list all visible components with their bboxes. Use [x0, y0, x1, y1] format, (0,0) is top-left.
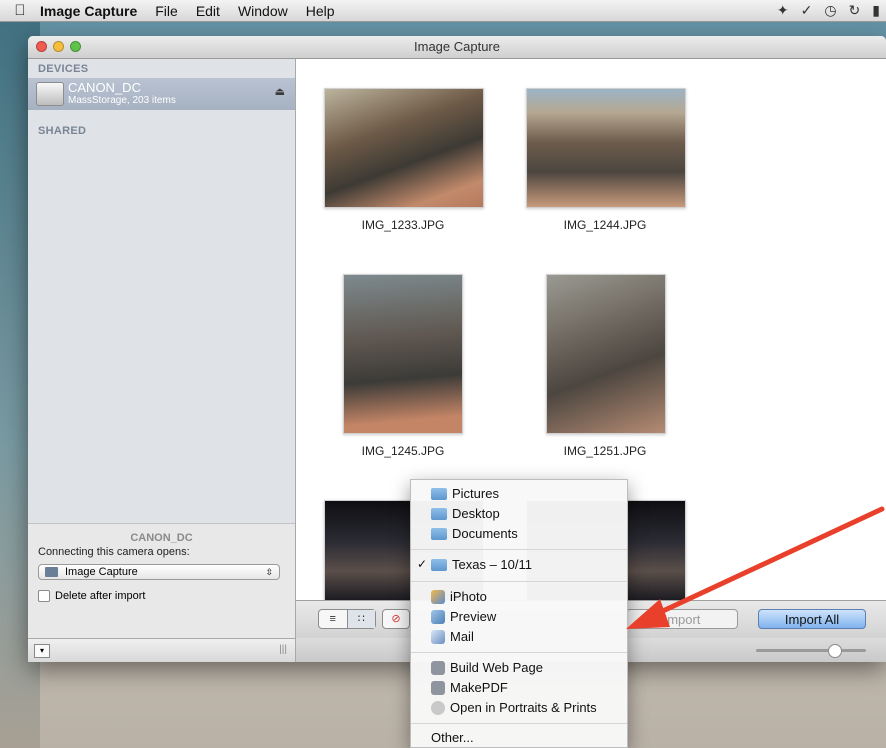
selected-device-label: CANON_DC [130, 532, 193, 544]
disk-icon [36, 82, 64, 106]
menu-item-label: Texas – 10/11 [452, 557, 532, 572]
photo-caption: IMG_1251.JPG [563, 444, 647, 458]
menu-bar:  Image Capture File Edit Window Help ✦ … [0, 0, 886, 22]
photo-caption: IMG_1244.JPG [563, 218, 647, 232]
menu-item-label: Pictures [452, 486, 499, 501]
refresh-icon[interactable]: ↻ [849, 2, 861, 19]
menu-separator [411, 549, 627, 550]
opens-app-select[interactable]: Image Capture ⇳ [38, 564, 280, 580]
menu-item-label: Desktop [452, 506, 500, 521]
sidebar-item-canon-dc[interactable]: CANON_DC MassStorage, 203 items ⏏ [28, 78, 295, 110]
display-icon[interactable]: ▮ [872, 2, 880, 19]
folder-icon [431, 508, 447, 520]
menu-item-build-web-page[interactable]: Build Web Page [431, 659, 543, 677]
opens-app-value: Image Capture [65, 566, 138, 578]
menu-item-label: Other... [431, 730, 474, 745]
sync-icon[interactable]: ✓ [801, 2, 813, 19]
preview-icon [431, 610, 445, 624]
folder-icon [431, 488, 447, 500]
delete-after-import-checkbox[interactable]: Delete after import [38, 590, 145, 602]
updown-arrows-icon: ⇳ [265, 567, 273, 577]
time-machine-icon[interactable]: ◷ [824, 2, 836, 19]
window-title: Image Capture [414, 39, 500, 54]
device-subtitle: MassStorage, 203 items [68, 95, 176, 106]
slider-knob[interactable] [828, 644, 842, 658]
photo-thumbnail[interactable] [343, 274, 463, 434]
device-settings-panel: CANON_DC Connecting this camera opens: I… [28, 523, 295, 639]
photo-thumbnail[interactable] [324, 88, 484, 208]
menu-item-label: Open in Portraits & Prints [450, 700, 597, 715]
menu-separator [411, 652, 627, 653]
menu-item-desktop[interactable]: Desktop [431, 505, 500, 523]
menu-item-makepdf[interactable]: MakePDF [431, 679, 508, 697]
shared-header: SHARED [38, 125, 87, 137]
thumbnail-size-slider[interactable] [756, 644, 866, 658]
status-icons: ✦ ✓ ◷ ↻ ▮ [777, 2, 880, 19]
sidebar-footer: ▾ ||| [28, 638, 295, 662]
menu-item-portraits-prints[interactable]: Open in Portraits & Prints [431, 699, 597, 717]
photo-thumbnail[interactable] [546, 274, 666, 434]
photo-thumbnail[interactable] [526, 88, 686, 208]
menu-file[interactable]: File [155, 3, 178, 19]
automator-icon [431, 681, 445, 695]
toggle-panel-icon[interactable]: ▾ [34, 644, 50, 658]
resize-grip-icon[interactable]: ||| [279, 644, 287, 655]
window-titlebar: Image Capture [28, 36, 886, 59]
checkbox-box[interactable] [38, 590, 50, 602]
menu-item-other[interactable]: Other... [431, 729, 474, 747]
device-name: CANON_DC [68, 80, 141, 95]
iphoto-icon [431, 590, 445, 604]
devices-header: DEVICES [38, 63, 89, 75]
view-mode-control[interactable]: ≡ ∷ [318, 609, 376, 629]
grid-view-icon[interactable]: ∷ [346, 610, 375, 628]
photo-caption: IMG_1245.JPG [361, 444, 445, 458]
list-view-icon[interactable]: ≡ [319, 610, 347, 628]
menu-item-label: iPhoto [450, 589, 487, 604]
menu-item-label: Mail [450, 629, 474, 644]
menu-item-label: MakePDF [450, 680, 508, 695]
apple-icon[interactable]:  [0, 2, 40, 19]
menu-item-texas[interactable]: Texas – 10/11 [431, 556, 532, 574]
minimize-window-button[interactable] [53, 41, 64, 52]
photo-caption: IMG_1233.JPG [361, 218, 445, 232]
menu-window[interactable]: Window [238, 3, 288, 19]
menu-item-documents[interactable]: Documents [431, 525, 518, 543]
folder-icon [431, 559, 447, 571]
sidebar: DEVICES CANON_DC MassStorage, 203 items … [28, 59, 296, 662]
menu-item-label: Build Web Page [450, 660, 543, 675]
connecting-label: Connecting this camera opens: [38, 546, 190, 558]
menu-item-pictures[interactable]: Pictures [431, 485, 499, 503]
import-destination-menu: Pictures Desktop Documents ✓ Texas – 10/… [410, 479, 628, 748]
menu-help[interactable]: Help [306, 3, 335, 19]
menu-separator [411, 581, 627, 582]
menu-item-preview[interactable]: Preview [431, 608, 496, 626]
close-window-button[interactable] [36, 41, 47, 52]
menu-item-iphoto[interactable]: iPhoto [431, 588, 487, 606]
image-capture-icon [45, 567, 58, 577]
menu-item-mail[interactable]: Mail [431, 628, 474, 646]
menu-separator [411, 723, 627, 724]
folder-icon [431, 528, 447, 540]
bluetooth-icon[interactable]: ✦ [777, 2, 789, 19]
menu-item-label: Documents [452, 526, 518, 541]
zoom-window-button[interactable] [70, 41, 81, 52]
menu-edit[interactable]: Edit [196, 3, 220, 19]
checkmark-icon: ✓ [417, 557, 428, 571]
red-arrow-annotation [626, 506, 885, 629]
delete-button[interactable]: ⊘ [382, 609, 410, 629]
menu-item-label: Preview [450, 609, 497, 624]
mail-icon [431, 630, 445, 644]
delete-after-import-label: Delete after import [55, 590, 146, 602]
menu-app-name[interactable]: Image Capture [40, 3, 137, 19]
automator-icon [431, 661, 445, 675]
portraits-prints-icon [431, 701, 445, 715]
eject-icon[interactable]: ⏏ [275, 85, 285, 98]
